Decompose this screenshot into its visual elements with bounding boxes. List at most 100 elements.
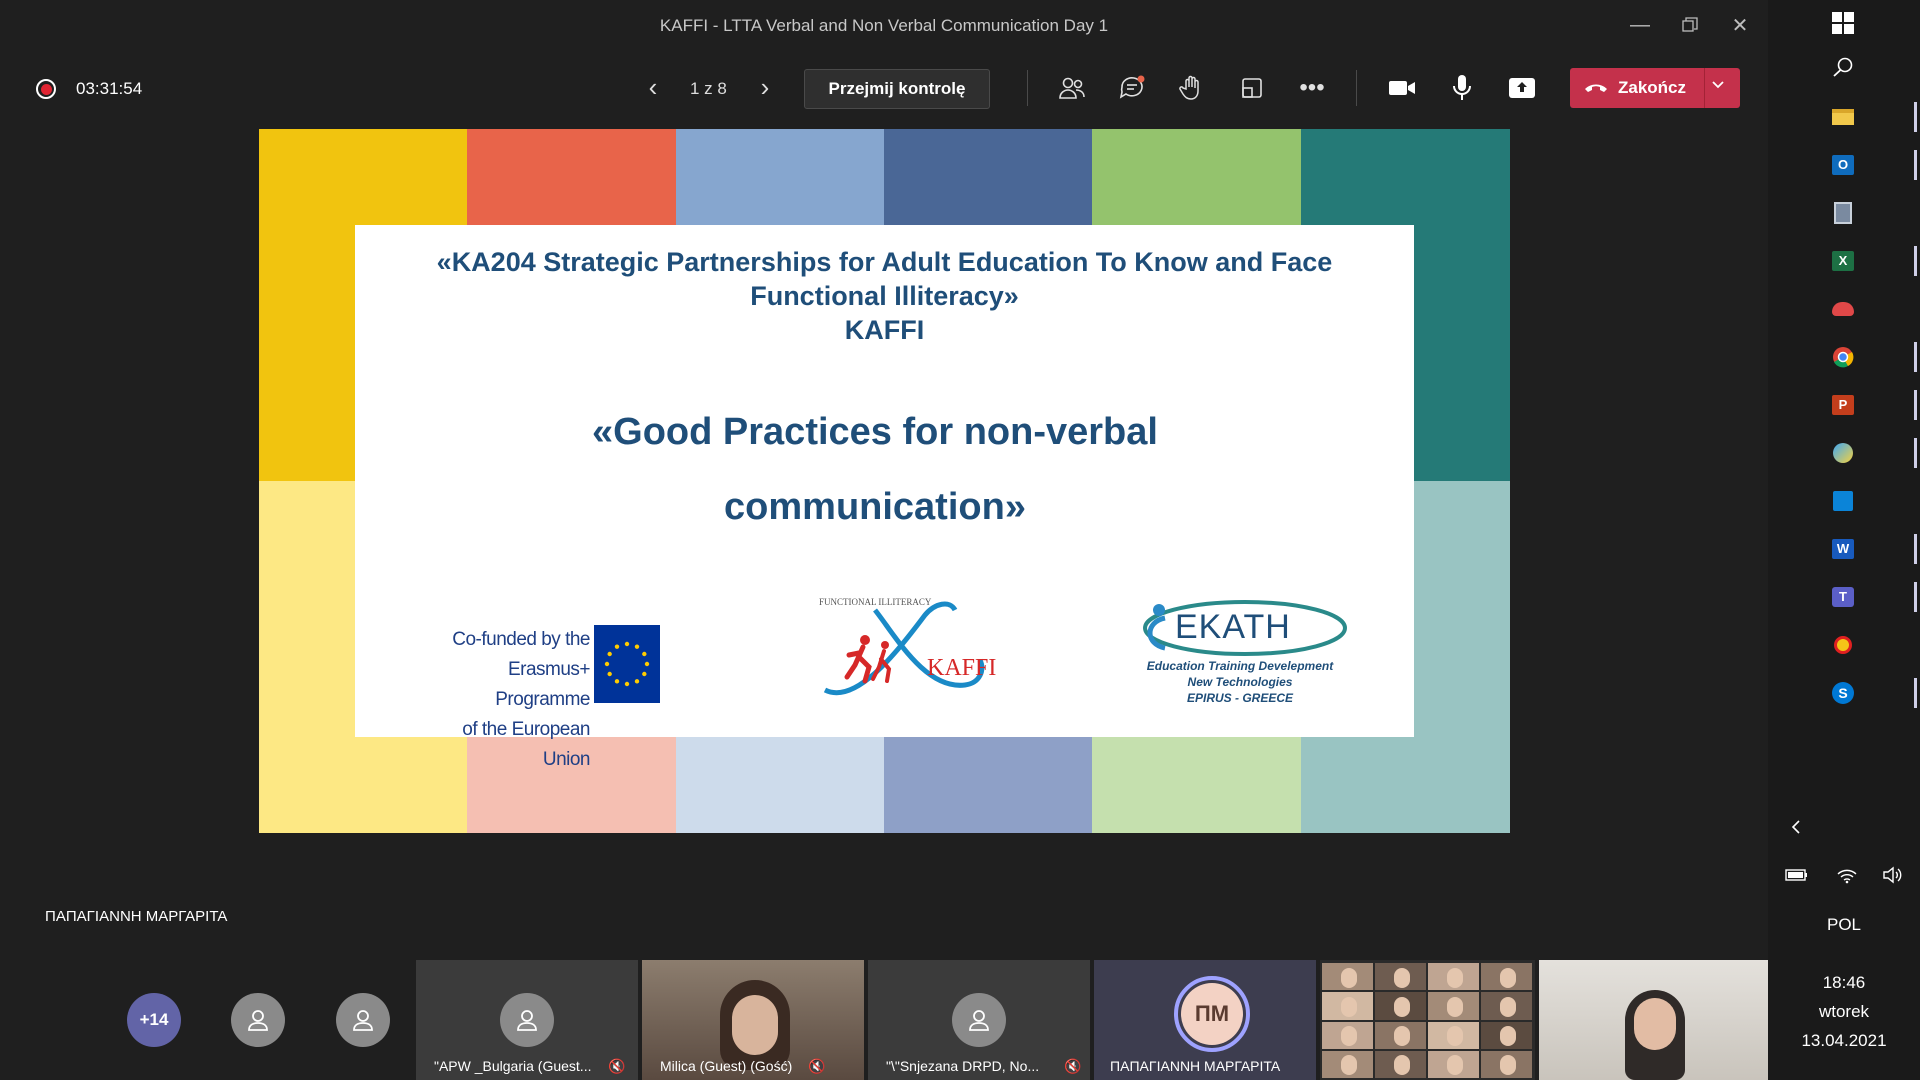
participant-tile-active-speaker[interactable]: ΠΜ ΠΑΠΑΓΙΑΝΝΗ ΜΑΡΓΑΡΙΤΑ — [1094, 960, 1316, 1080]
participant-tile[interactable]: "APW _Bulgaria (Guest... 🔇 — [416, 960, 638, 1080]
calculator-icon[interactable] — [1826, 196, 1860, 230]
outlook-icon[interactable]: O — [1826, 148, 1860, 182]
more-actions-icon[interactable]: ••• — [1292, 70, 1332, 106]
close-icon[interactable]: ✕ — [1720, 10, 1760, 40]
teams-icon[interactable]: T — [1826, 580, 1860, 614]
clock-date: 13.04.2021 — [1801, 1031, 1887, 1050]
breakout-rooms-icon[interactable] — [1232, 70, 1272, 106]
word-icon[interactable]: W — [1826, 532, 1860, 566]
ekath-logo: EKATH Education Training Develepment New… — [1125, 590, 1365, 710]
toolbar-divider — [1356, 70, 1357, 106]
participant-video-tile[interactable] — [1539, 960, 1768, 1080]
restore-icon[interactable] — [1670, 10, 1710, 40]
skype-icon[interactable]: S — [1826, 676, 1860, 710]
video-grid-cell — [1428, 992, 1479, 1020]
video-grid-cell — [1481, 992, 1532, 1020]
ekath-logo-text: Education Training Develepment New Techn… — [1146, 659, 1334, 705]
participant-video-tile[interactable]: Milica (Guest) (Gość) 🔇 — [642, 960, 864, 1080]
participant-avatar[interactable] — [231, 993, 285, 1047]
participant-avatar[interactable] — [336, 993, 390, 1047]
presenter-name: ΠΑΠΑΓΙΑΝΝΗ ΜΑΡΓΑΡΙΤΑ — [45, 908, 228, 925]
chevron-down-icon[interactable] — [1710, 76, 1726, 97]
video-grid-cell — [1481, 1050, 1532, 1078]
slide-title-line1: «KA204 Strategic Partnerships for Adult … — [436, 247, 1333, 277]
video-grid-cell — [1375, 963, 1426, 991]
kaffi-logo-tagline: FUNCTIONAL ILLITERACY — [819, 597, 932, 607]
participant-tile[interactable]: "\"Snjezana DRPD, No... 🔇 — [868, 960, 1090, 1080]
participant-video — [1322, 963, 1534, 1080]
participant-video-tile[interactable] — [1320, 960, 1535, 1080]
slide-content-box: «KA204 Strategic Partnerships for Adult … — [355, 225, 1414, 770]
clock-time[interactable]: 18:46 — [1768, 973, 1920, 993]
call-timer: 03:31:54 — [76, 79, 143, 98]
slide-title: «KA204 Strategic Partnerships for Adult … — [355, 245, 1414, 347]
previous-slide-button[interactable]: ‹ — [638, 72, 668, 102]
excel-icon[interactable]: X — [1826, 244, 1860, 278]
participant-avatar: ΠΜ — [1174, 976, 1250, 1052]
raise-hand-icon[interactable] — [1172, 70, 1212, 106]
slide-title-line3: KAFFI — [844, 315, 925, 345]
input-language[interactable]: POL — [1768, 915, 1920, 935]
sun-app-icon[interactable] — [1826, 628, 1860, 662]
windows-start-icon[interactable] — [1826, 6, 1860, 40]
participant-name: "\"Snjezana DRPD, No... — [886, 1058, 1040, 1074]
slide-page-indicator: 1 z 8 — [690, 79, 727, 98]
minimize-icon[interactable]: — — [1620, 10, 1660, 40]
kaffi-logo-name: KAFFI — [927, 655, 997, 681]
show-hidden-icons-chevron[interactable] — [1780, 810, 1814, 844]
video-grid-cell — [1322, 992, 1373, 1020]
participant-name: ΠΑΠΑΓΙΑΝΝΗ ΜΑΡΓΑΡΙΤΑ — [1110, 1058, 1281, 1074]
eu-flag-icon — [594, 625, 660, 703]
take-control-button[interactable]: Przejmij kontrolę — [804, 69, 990, 109]
chrome-icon[interactable] — [1826, 340, 1860, 374]
window-title: KAFFI - LTTA Verbal and Non Verbal Commu… — [659, 16, 1109, 35]
clock-day: wtorek — [1818, 1002, 1870, 1021]
chat-icon[interactable] — [1112, 70, 1152, 106]
powerpoint-icon[interactable]: P — [1826, 388, 1860, 422]
hang-up-icon — [1584, 78, 1608, 99]
recording-icon — [36, 79, 56, 99]
volume-icon[interactable] — [1876, 858, 1910, 892]
file-explorer-icon[interactable] — [1826, 100, 1860, 134]
slide-title-line2: Functional Illiteracy» — [750, 281, 1019, 311]
video-grid-cell — [1428, 1050, 1479, 1078]
camera-icon[interactable] — [1382, 70, 1422, 106]
video-grid-cell — [1322, 1021, 1373, 1049]
video-grid-cell — [1428, 1021, 1479, 1049]
mic-off-icon: 🔇 — [1064, 1058, 1082, 1074]
end-call-label: Zakończ — [1618, 78, 1687, 97]
mic-off-icon: 🔇 — [608, 1058, 626, 1074]
video-grid-cell — [1375, 992, 1426, 1020]
video-grid-cell — [1375, 1021, 1426, 1049]
toolbar-divider — [1027, 70, 1028, 106]
slide-subtitle: «Good Practices for non-verbal communica… — [592, 411, 1158, 528]
end-call-button[interactable]: Zakończ — [1570, 68, 1740, 108]
participant-name: Milica (Guest) (Gość) — [660, 1058, 793, 1074]
mic-off-icon: 🔇 — [808, 1058, 826, 1074]
eu-cofunded-text: Co-funded by the Erasmus+ Programme of t… — [452, 629, 590, 770]
more-participants-button[interactable]: +14 — [127, 993, 181, 1047]
store-icon[interactable] — [1826, 484, 1860, 518]
participant-avatar — [952, 993, 1006, 1047]
microphone-icon[interactable] — [1442, 70, 1482, 106]
video-grid-cell — [1481, 963, 1532, 991]
video-grid-cell — [1375, 1050, 1426, 1078]
video-grid-cell — [1322, 1050, 1373, 1078]
video-grid-cell — [1322, 963, 1373, 991]
video-grid-cell — [1428, 963, 1479, 991]
wifi-icon[interactable] — [1830, 858, 1864, 892]
battery-icon[interactable] — [1780, 858, 1814, 892]
paint-3d-icon[interactable] — [1826, 436, 1860, 470]
participants-icon[interactable] — [1052, 70, 1092, 106]
paint-icon[interactable] — [1826, 292, 1860, 326]
teams-window: KAFFI - LTTA Verbal and Non Verbal Commu… — [0, 0, 1768, 1080]
participant-avatar — [500, 993, 554, 1047]
video-grid-cell — [1481, 1021, 1532, 1049]
ekath-logo-name: EKATH — [1175, 608, 1291, 646]
search-icon[interactable] — [1826, 50, 1860, 84]
kaffi-logo: FUNCTIONAL ILLITERACY KAFFI — [815, 595, 1005, 705]
title-bar: KAFFI - LTTA Verbal and Non Verbal Commu… — [0, 0, 1768, 50]
share-screen-icon[interactable] — [1502, 70, 1542, 106]
participant-name: "APW _Bulgaria (Guest... — [434, 1058, 592, 1074]
next-slide-button[interactable]: › — [750, 72, 780, 102]
